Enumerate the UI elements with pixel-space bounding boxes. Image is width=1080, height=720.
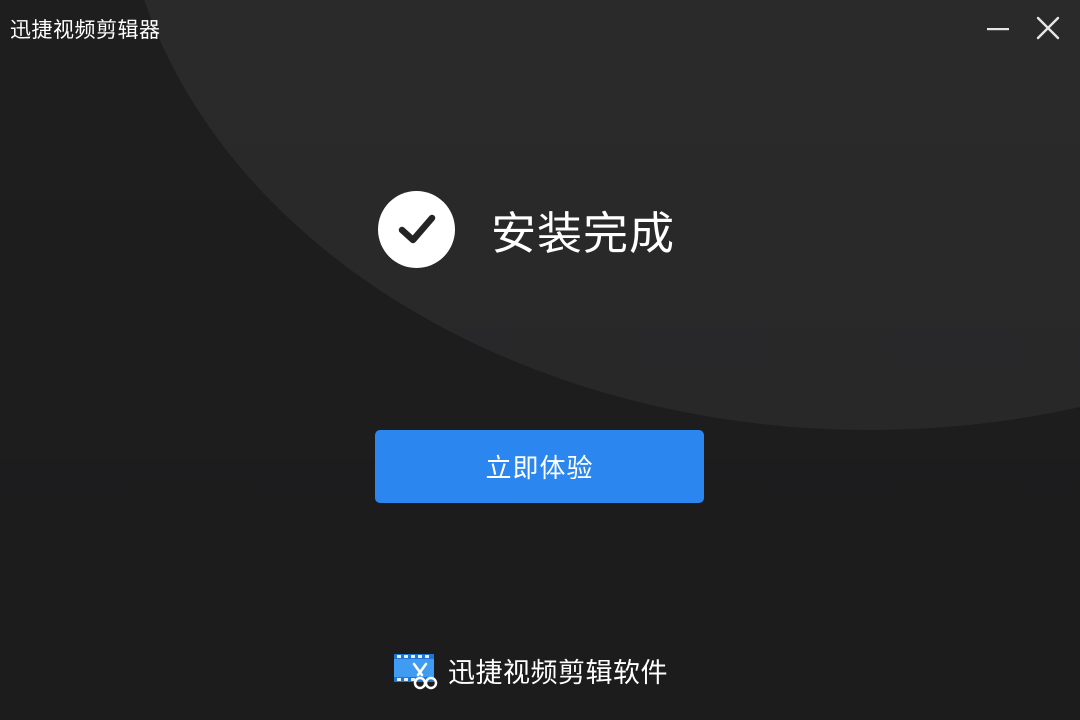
video-editor-logo-icon <box>394 654 438 690</box>
title-bar[interactable]: 迅捷视频剪辑器 <box>0 0 1080 58</box>
check-circle-icon <box>378 190 455 268</box>
brand-footer: 迅捷视频剪辑软件 <box>392 648 668 692</box>
minimize-icon <box>987 28 1009 31</box>
window-title: 迅捷视频剪辑器 <box>10 18 161 42</box>
background-shade <box>0 0 1080 720</box>
try-now-button[interactable]: 立即体验 <box>375 430 704 503</box>
status-text: 安装完成 <box>491 206 676 260</box>
brand-name: 迅捷视频剪辑软件 <box>448 657 668 689</box>
close-icon <box>1036 16 1060 40</box>
install-status: 安装完成 <box>378 190 675 268</box>
installer-window: 迅捷视频剪辑器 安装完成 立即体验 迅捷视频剪辑软件 <box>0 0 1080 720</box>
close-button[interactable] <box>1030 10 1066 46</box>
minimize-button[interactable] <box>980 10 1016 46</box>
